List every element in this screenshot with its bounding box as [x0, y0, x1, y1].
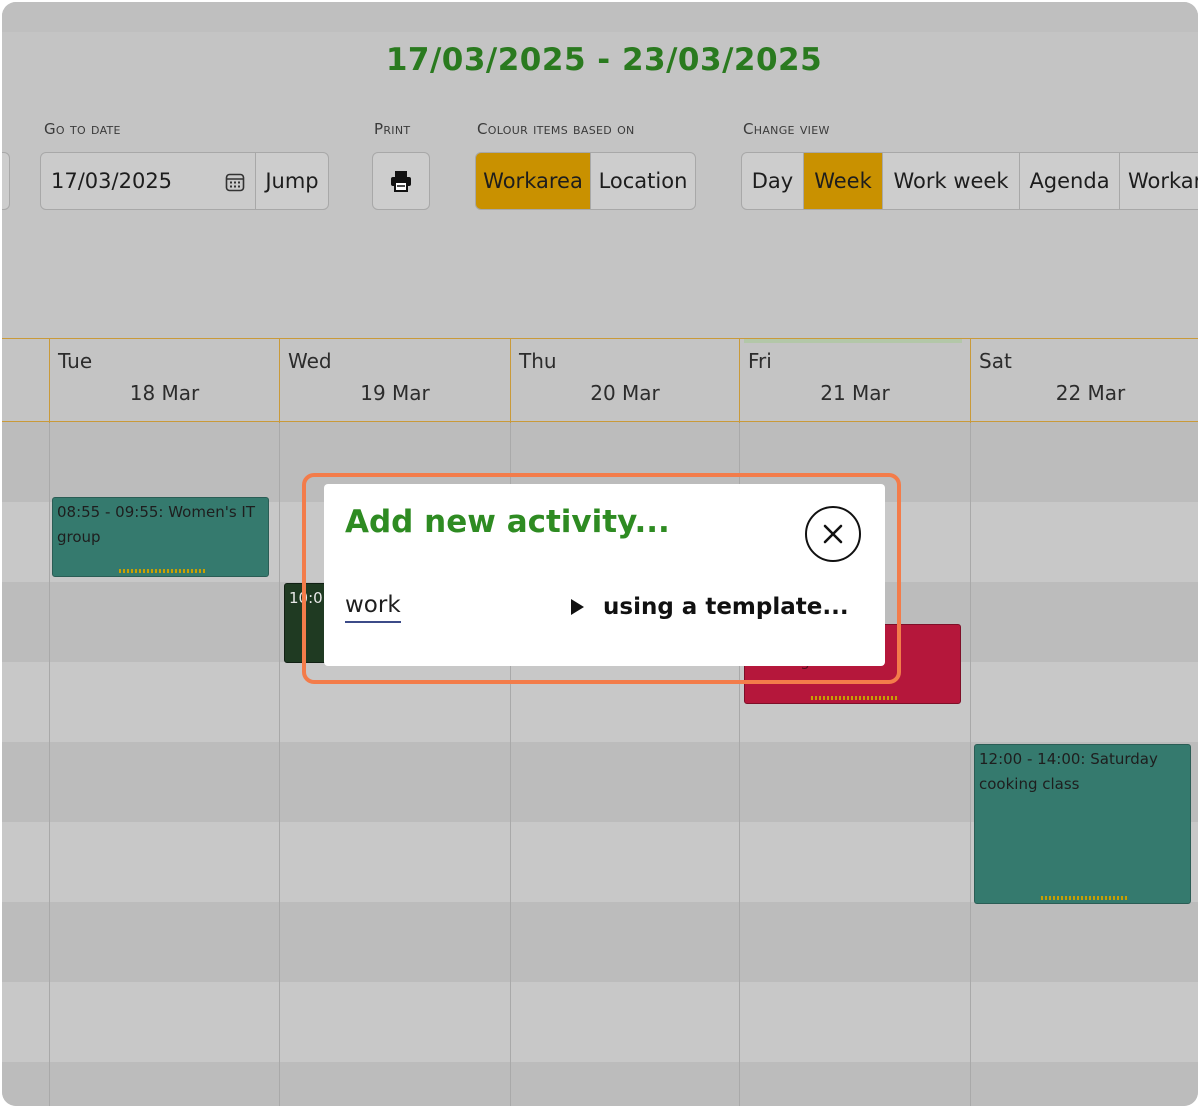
view-work-week-button[interactable]: Work week: [882, 152, 1020, 210]
print-label: Print: [374, 120, 411, 138]
view-day-button[interactable]: Day: [741, 152, 804, 210]
change-view-label: Change view: [743, 120, 830, 138]
play-icon: [571, 599, 584, 615]
day-header-row: Tue 18 Mar Wed 19 Mar Thu 20 Mar Fri 21 …: [2, 338, 1198, 423]
colour-location-button[interactable]: Location: [590, 152, 696, 210]
view-week-button[interactable]: Week: [803, 152, 883, 210]
colour-workarea-button[interactable]: Workarea: [475, 152, 591, 210]
previous-control[interactable]: [2, 152, 10, 210]
template-menu-item[interactable]: using a template...: [569, 594, 849, 620]
day-header-fri[interactable]: Fri 21 Mar: [739, 339, 970, 423]
add-activity-dialog: Add new activity... work using a templat…: [324, 484, 885, 666]
top-band: [2, 2, 1198, 32]
date-range-title: 17/03/2025 - 23/03/2025: [385, 42, 823, 78]
print-button[interactable]: [372, 152, 430, 210]
day-header-sat[interactable]: Sat 22 Mar: [970, 339, 1198, 423]
day-header-thu[interactable]: Thu 20 Mar: [510, 339, 739, 423]
jump-button[interactable]: Jump: [255, 152, 329, 210]
printer-icon: [391, 171, 411, 192]
day-header-tue[interactable]: Tue 18 Mar: [49, 339, 279, 423]
goto-date-label: Go to date: [44, 120, 121, 138]
goto-date-value: 17/03/2025: [51, 169, 173, 193]
template-label: using a template...: [603, 594, 849, 620]
event-womens-it-group[interactable]: 08:55 - 09:55: Women's IT group: [52, 497, 269, 577]
dialog-title: Add new activity...: [345, 504, 670, 540]
calendar-icon[interactable]: [225, 172, 245, 192]
today-marker: [744, 339, 962, 343]
view-workarea-button[interactable]: Workar: [1119, 152, 1198, 210]
event-saturday-cooking-class[interactable]: 12:00 - 14:00: Saturday cooking class: [974, 744, 1191, 904]
day-header-wed[interactable]: Wed 19 Mar: [279, 339, 510, 423]
close-button[interactable]: [805, 506, 861, 562]
goto-date-input[interactable]: 17/03/2025: [40, 152, 256, 210]
colour-items-label: Colour items based on: [477, 120, 635, 138]
view-agenda-button[interactable]: Agenda: [1019, 152, 1120, 210]
close-icon: [823, 524, 843, 544]
work-link[interactable]: work: [345, 592, 401, 623]
week-grid: Tue 18 Mar Wed 19 Mar Thu 20 Mar Fri 21 …: [2, 338, 1198, 1106]
calendar-window: 17/03/2025 - 23/03/2025 Go to date Print…: [2, 2, 1198, 1106]
